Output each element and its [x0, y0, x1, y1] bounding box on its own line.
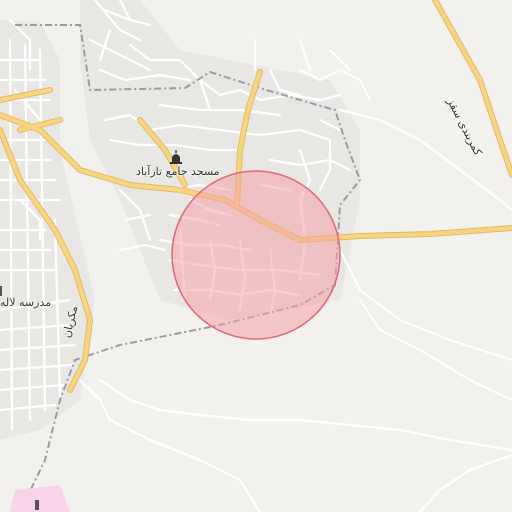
mosque-icon[interactable]: [169, 150, 183, 164]
pink-area: [10, 485, 70, 512]
map-canvas[interactable]: مسجد جامع تازآباد مدرسه لاله مکریان کمرب…: [0, 0, 512, 512]
mosque-label[interactable]: مسجد جامع تازآباد: [136, 165, 220, 178]
highlight-circle[interactable]: [171, 170, 341, 340]
school-label[interactable]: مدرسه لاله: [0, 296, 51, 309]
school-icon: [0, 286, 2, 296]
poi-icon: [35, 500, 39, 510]
map-layer: [0, 0, 512, 512]
